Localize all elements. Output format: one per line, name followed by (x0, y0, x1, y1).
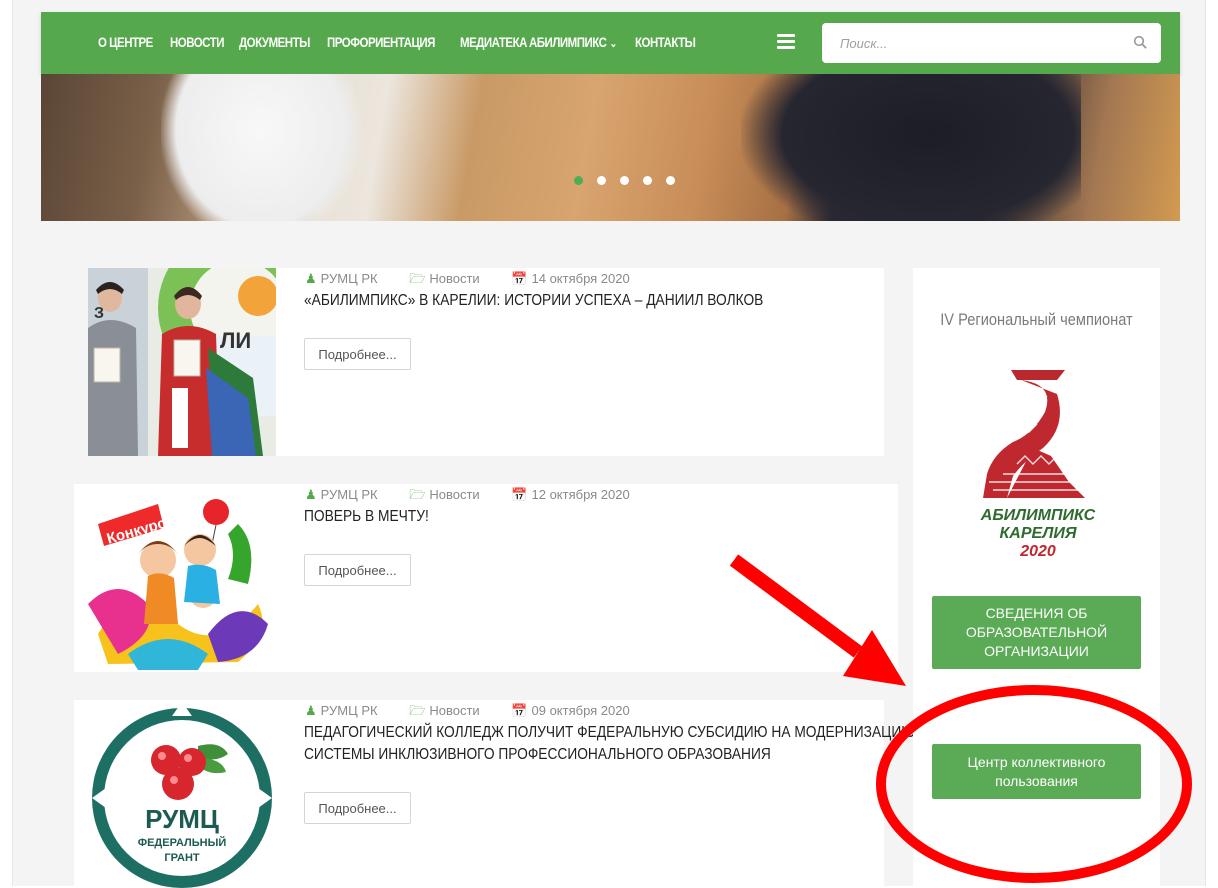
post-3-thumb-logo-sub1: ФЕДЕРАЛЬНЫЙ (138, 836, 227, 849)
post-3-date: 📅 09 октября 2020 (511, 703, 643, 718)
post-2-meta: ♟ РУМЦ РК 🗁 Новости 📅 12 октября 2020 (305, 486, 658, 508)
post-1-category-label: Новости (429, 271, 480, 286)
collective-use-center-label: Центр коллективного пользования (968, 753, 1106, 791)
education-org-info-button[interactable]: СВЕДЕНИЯ ОБ ОБРАЗОВАТЕЛЬНОЙ ОРГАНИЗАЦИИ (932, 596, 1141, 669)
logo-text-line-2: КАРЕЛИЯ (999, 525, 1076, 542)
folder-icon: 🗁 (409, 703, 426, 718)
news-post-3: РУМЦ ФЕДЕРАЛЬНЫЙ ГРАНТ ♟ РУМЦ РК 🗁 Новости… (74, 700, 915, 888)
post-3-thumbnail[interactable]: РУМЦ ФЕДЕРАЛЬНЫЙ ГРАНТ (88, 700, 276, 888)
post-3-read-more-button[interactable]: Подробнее... (304, 792, 411, 824)
slider-dot-5[interactable] (666, 176, 675, 185)
post-3-thumb-logo-sub2: ГРАНТ (164, 852, 199, 864)
search-icon[interactable] (1133, 35, 1147, 49)
education-org-info-label: СВЕДЕНИЯ ОБ ОБРАЗОВАТЕЛЬНОЙ ОРГАНИЗАЦИИ (966, 604, 1107, 661)
post-3-date-label: 09 октября 2020 (531, 703, 630, 718)
slider-dot-1[interactable] (574, 176, 583, 185)
calendar-icon: 📅 (511, 271, 528, 286)
collective-use-center-line-2: пользования (995, 772, 1078, 789)
post-2-date: 📅 12 октября 2020 (511, 487, 643, 502)
education-org-info-line-1: СВЕДЕНИЯ ОБ (985, 605, 1088, 621)
post-3-meta: ♟ РУМЦ РК 🗁 Новости 📅 09 октября 2020 (305, 702, 658, 724)
slider-dots (574, 172, 689, 185)
post-3-author[interactable]: ♟ РУМЦ РК (305, 703, 392, 718)
post-2-date-label: 12 октября 2020 (531, 487, 630, 502)
post-3-author-label: РУМЦ РК (320, 703, 378, 718)
post-2-title[interactable]: ПОВЕРЬ В МЕЧТУ! (304, 506, 429, 528)
slider-dot-2[interactable] (597, 176, 606, 185)
calendar-icon: 📅 (511, 487, 528, 502)
post-3-title-line-2: СИСТЕМЫ ИНКЛЮЗИВНОГО ПРОФЕССИОНАЛЬНОГО О… (304, 746, 771, 763)
post-1-thumbnail[interactable]: ЛИ З (88, 268, 276, 456)
nav-item-media-library[interactable]: МЕДИАТЕКА (460, 34, 527, 50)
nav-item-abilympics-label: АБИЛИМПИКС (529, 34, 607, 50)
post-1-date: 📅 14 октября 2020 (511, 271, 643, 286)
collective-use-center-line-1: Центр коллективного (967, 753, 1106, 770)
abilympics-karelia-logo[interactable]: АБИЛИМПИКС КАРЕЛИЯ 2020 (973, 364, 1103, 564)
post-3-category-label: Новости (429, 703, 480, 718)
nav-item-career-guidance[interactable]: ПРОФОРИЕНТАЦИЯ (327, 34, 435, 50)
post-2-author[interactable]: ♟ РУМЦ РК (305, 487, 392, 502)
post-1-read-more-button[interactable]: Подробнее... (304, 338, 411, 370)
nav-item-documents[interactable]: ДОКУМЕНТЫ (239, 34, 310, 50)
post-3-category[interactable]: 🗁 Новости (409, 703, 493, 718)
post-1-title[interactable]: «АБИЛИМПИКС» В КАРЕЛИИ: ИСТОРИИ УСПЕХА –… (304, 290, 763, 312)
main-navbar: О ЦЕНТРЕ НОВОСТИ ДОКУМЕНТЫ ПРОФОРИЕНТАЦИ… (41, 12, 1180, 74)
svg-text:З: З (94, 305, 104, 322)
slider-dot-3[interactable] (620, 176, 629, 185)
sidebar-widget: IV Региональный чемпионат АБИЛИМПИКС КАР… (913, 268, 1160, 886)
folder-icon: 🗁 (409, 271, 426, 286)
logo-text-line-3: 2020 (1019, 543, 1056, 560)
post-1-category[interactable]: 🗁 Новости (409, 271, 493, 286)
hero-slider-image (41, 74, 1180, 221)
post-2-read-more-button[interactable]: Подробнее... (304, 554, 411, 586)
post-1-date-label: 14 октября 2020 (531, 271, 630, 286)
education-org-info-line-2: ОБРАЗОВАТЕЛЬНОЙ (965, 624, 1108, 640)
search-input[interactable] (822, 23, 1122, 63)
calendar-icon: 📅 (511, 703, 528, 718)
chevron-down-icon: ⌄ (609, 38, 618, 50)
user-icon: ♟ (305, 271, 317, 286)
news-post-2: Конкурс! ♟ РУМЦ РК 🗁 Новости 📅 12 октября 2… (74, 484, 898, 672)
post-1-meta: ♟ РУМЦ РК 🗁 Новости 📅 14 октября 2020 (305, 270, 658, 292)
post-3-thumb-logo-main: РУМЦ (145, 804, 219, 834)
collective-use-center-button[interactable]: Центр коллективного пользования (932, 744, 1141, 799)
post-2-category-label: Новости (429, 487, 480, 502)
logo-text-line-1: АБИЛИМПИКС (980, 507, 1096, 524)
user-icon: ♟ (305, 487, 317, 502)
post-1-author-label: РУМЦ РК (320, 271, 378, 286)
slider-dot-4[interactable] (643, 176, 652, 185)
folder-icon: 🗁 (409, 487, 426, 502)
post-2-author-label: РУМЦ РК (320, 487, 378, 502)
svg-text:ЛИ: ЛИ (220, 328, 251, 353)
post-3-title-line-1: ПЕДАГОГИЧЕСКИЙ КОЛЛЕДЖ ПОЛУЧИТ ФЕДЕРАЛЬН… (304, 724, 916, 741)
education-org-info-line-3: ОРГАНИЗАЦИИ (984, 643, 1089, 659)
user-icon: ♟ (305, 703, 317, 718)
post-2-thumbnail[interactable]: Конкурс! (88, 484, 276, 672)
post-3-title[interactable]: ПЕДАГОГИЧЕСКИЙ КОЛЛЕДЖ ПОЛУЧИТ ФЕДЕРАЛЬН… (304, 722, 915, 766)
search-box (822, 23, 1161, 63)
nav-item-news[interactable]: НОВОСТИ (170, 34, 224, 50)
post-2-category[interactable]: 🗁 Новости (409, 487, 493, 502)
sidebar-heading: IV Региональный чемпионат (940, 310, 1133, 329)
nav-item-contacts[interactable]: КОНТАКТЫ (635, 34, 696, 50)
news-post-1: ЛИ З ♟ РУМЦ РК 🗁 Новости 📅 14 октября 2020 … (88, 268, 884, 456)
hero-person-left (161, 74, 361, 221)
nav-item-abilympics[interactable]: АБИЛИМПИКС ⌄ (529, 34, 617, 50)
post-1-author[interactable]: ♟ РУМЦ РК (305, 271, 392, 286)
hamburger-menu-icon[interactable] (777, 34, 795, 49)
nav-item-about[interactable]: О ЦЕНТРЕ (98, 34, 153, 50)
hero-person-right (741, 74, 1081, 221)
